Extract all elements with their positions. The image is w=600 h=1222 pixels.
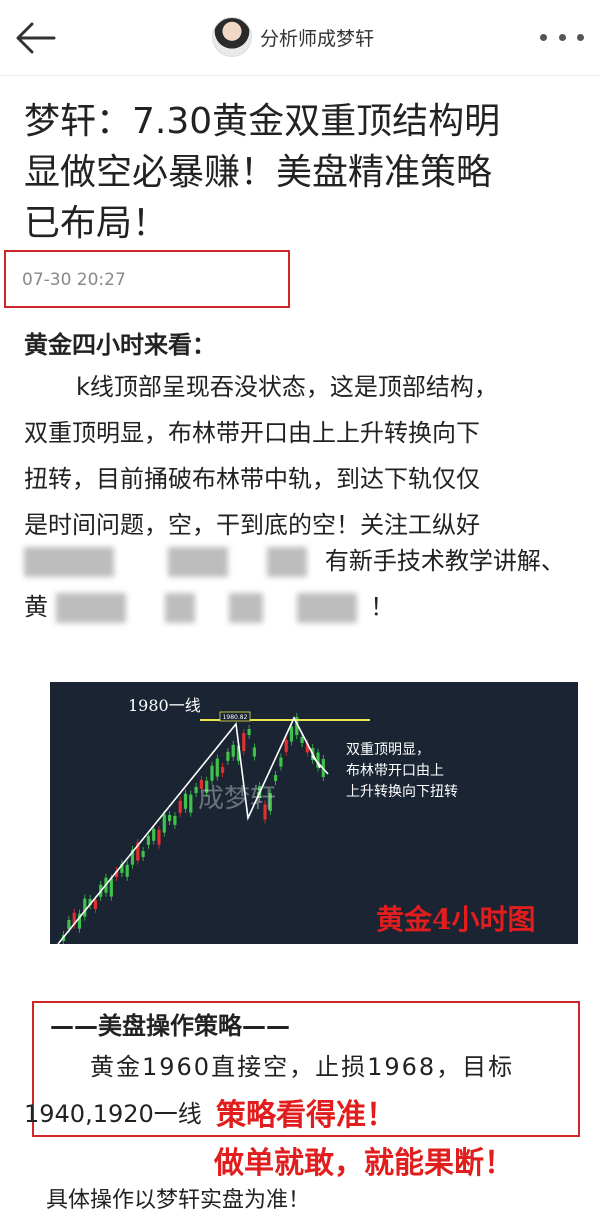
gold-4h-chart-image: 1980.82 1980一线 双重顶明显， 布林带开口由上 上升转换向下扭转 成… <box>50 682 578 944</box>
peak-label: 1980.82 <box>223 714 248 721</box>
strategy-line: 黄金1960直接空，止损1968，目标 <box>90 1053 515 1081</box>
footer-note: 具体操作以梦轩实盘为准！ <box>46 1188 311 1213</box>
paragraph-line: k线顶部呈现吞没状态，这是顶部结构， <box>76 373 498 401</box>
author-name[interactable]: 分析师成梦轩 <box>260 24 374 51</box>
paragraph-line: 双重顶明显，布林带开口由上上升转换向下 <box>24 419 480 447</box>
more-dots-icon[interactable] <box>540 24 584 50</box>
blurred-text <box>167 547 228 577</box>
paragraph-line: 扭转，目前捅破布林带中轨，到达下轨仅仅 <box>24 465 480 493</box>
blurred-text <box>267 547 308 577</box>
blurred-line: 黄 ！ <box>24 584 394 630</box>
blurred-text <box>296 593 357 623</box>
avatar[interactable] <box>212 17 252 57</box>
top-bar: 分析师成梦轩 <box>0 0 600 76</box>
level-label: 1980一线 <box>128 696 201 715</box>
visible-text: ！ <box>370 593 395 621</box>
visible-text: 黄 <box>24 593 48 621</box>
chart-note: 双重顶明显， 布林带开口由上 上升转换向下扭转 <box>346 742 458 800</box>
strategy-title: ——美盘操作策略—— <box>50 1012 290 1040</box>
red-slogan-1: 策略看得准！ <box>216 1098 396 1133</box>
publish-date: 07-30 20:27 <box>22 270 126 290</box>
blurred-text <box>165 593 196 623</box>
article-title: 梦轩：7.30黄金双重顶结构明 显做空必暴赚！美盘精准策略 已布局！ <box>24 101 501 244</box>
blurred-line: 有新手技术教学讲解、 <box>24 538 565 584</box>
back-arrow-icon[interactable] <box>14 18 58 58</box>
blurred-text <box>24 547 114 577</box>
strategy-line: 1940,1920一线 <box>24 1100 202 1128</box>
blurred-text <box>55 593 126 623</box>
analysis-paragraph: k线顶部呈现吞没状态，这是顶部结构， 双重顶明显，布林带开口由上上升转换向下 扭… <box>24 364 584 548</box>
watermark: 成梦轩 <box>198 784 277 814</box>
section-subheading: 黄金四小时来看： <box>24 331 216 359</box>
chart-caption: 黄金4小时图 <box>376 903 536 936</box>
blurred-text <box>228 593 263 623</box>
red-slogan-2: 做单就敢，就能果断！ <box>214 1146 514 1181</box>
author-info[interactable]: 分析师成梦轩 <box>212 16 374 58</box>
visible-text: 有新手技术教学讲解、 <box>324 547 565 575</box>
double-top-trendline <box>57 716 321 944</box>
